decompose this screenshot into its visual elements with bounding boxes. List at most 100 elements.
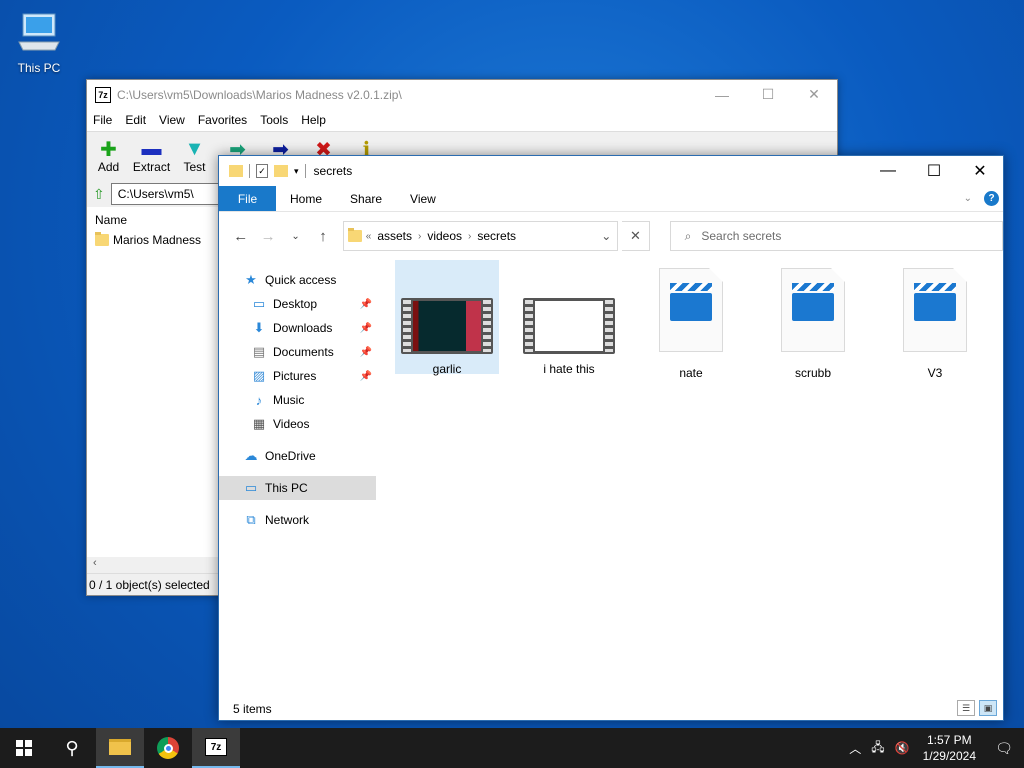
file-explorer-taskbar-button[interactable] xyxy=(96,728,144,768)
tab-view[interactable]: View xyxy=(396,186,450,211)
address-dropdown-icon[interactable]: ⌄ xyxy=(595,229,617,243)
details-view-icon[interactable]: ☰ xyxy=(957,700,975,716)
sidebar-item-label: Pictures xyxy=(273,369,317,383)
new-folder-icon[interactable] xyxy=(274,165,288,177)
search-input[interactable]: ⌕ Search secrets xyxy=(669,221,1003,251)
system-tray: ︿ 🖧 🔇 1:57 PM 1/29/2024 🗨 xyxy=(844,728,1024,768)
address-bar[interactable]: « assets › videos › secrets ⌄ xyxy=(342,221,619,251)
this-pc-desktop-icon[interactable]: This PC xyxy=(14,10,64,75)
video-file-icon xyxy=(903,268,967,352)
folder-icon xyxy=(229,165,243,177)
close-button[interactable]: ✕ xyxy=(791,80,837,109)
breadcrumb-assets[interactable]: assets xyxy=(377,229,412,243)
sidebar-item-quick-access[interactable]: ★ Quick access xyxy=(219,268,376,292)
expand-ribbon-icon[interactable]: ⌄ xyxy=(964,193,972,204)
menu-tools[interactable]: Tools xyxy=(260,113,288,127)
menu-help[interactable]: Help xyxy=(301,113,326,127)
sidebar-item-desktop[interactable]: ▭ Desktop 📌 xyxy=(219,292,376,316)
help-icon[interactable]: ? xyxy=(984,191,999,206)
extract-button[interactable]: ▬ Extract xyxy=(130,132,173,181)
volume-muted-icon[interactable]: 🔇 xyxy=(890,741,915,755)
sidebar-item-this-pc[interactable]: ▭ This PC xyxy=(219,476,376,500)
file-item-garlic[interactable]: garlic xyxy=(395,260,499,376)
recent-locations-button[interactable]: ⌄ xyxy=(284,231,307,242)
cloud-icon: ☁ xyxy=(244,448,258,463)
qat-dropdown-icon[interactable]: ▾ xyxy=(294,166,299,177)
file-label: V3 xyxy=(927,366,943,380)
plus-icon: ✚ xyxy=(100,138,117,161)
refresh-button[interactable]: ✕ xyxy=(622,221,650,251)
desktop-icon: ▭ xyxy=(252,296,266,311)
horizontal-scrollbar[interactable]: ‹ xyxy=(87,557,218,573)
sidebar-item-label: Documents xyxy=(273,345,334,359)
sidebar-item-label: OneDrive xyxy=(265,449,316,463)
network-icon[interactable]: 🖧 xyxy=(866,738,889,759)
close-button[interactable]: ✕ xyxy=(957,156,1003,186)
7zip-title: C:\Users\vm5\Downloads\Marios Madness v2… xyxy=(117,87,402,102)
explorer-title: secrets xyxy=(313,164,353,178)
back-button[interactable]: ← xyxy=(229,228,252,245)
search-icon: ⚲ xyxy=(65,737,79,758)
menu-file[interactable]: File xyxy=(93,113,112,127)
chevron-up-icon[interactable]: ︿ xyxy=(844,740,866,757)
overflow-chevron-icon[interactable]: « xyxy=(366,231,372,242)
minimize-button[interactable]: — xyxy=(699,80,745,109)
maximize-button[interactable]: ☐ xyxy=(911,156,957,186)
tab-home[interactable]: Home xyxy=(276,186,336,211)
breadcrumb-videos[interactable]: videos xyxy=(427,229,462,243)
view-switcher: ☰ ▣ xyxy=(957,700,997,716)
maximize-button[interactable]: ☐ xyxy=(745,80,791,109)
pin-icon: 📌 xyxy=(359,346,372,358)
check-icon: ▼ xyxy=(184,137,205,160)
quick-access-toolbar: ✓ ▾ xyxy=(229,164,306,178)
large-icons-view-icon[interactable]: ▣ xyxy=(979,700,997,716)
forward-button[interactable]: → xyxy=(256,228,279,245)
minus-icon: ▬ xyxy=(141,137,162,160)
properties-icon[interactable]: ✓ xyxy=(256,164,268,178)
chrome-taskbar-button[interactable] xyxy=(144,728,192,768)
file-item-v3[interactable]: V3 xyxy=(883,260,987,380)
test-button[interactable]: ▼ Test xyxy=(173,132,216,181)
video-file-icon xyxy=(781,268,845,352)
add-button[interactable]: ✚ Add xyxy=(87,132,130,181)
clock[interactable]: 1:57 PM 1/29/2024 xyxy=(915,732,984,764)
minimize-button[interactable]: — xyxy=(865,156,911,186)
sidebar-item-music[interactable]: ♪ Music xyxy=(219,388,376,412)
file-item-scrubb[interactable]: scrubb xyxy=(761,260,865,380)
chevron-right-icon[interactable]: › xyxy=(468,231,471,242)
sidebar-item-pictures[interactable]: ▨ Pictures 📌 xyxy=(219,364,376,388)
file-item-nate[interactable]: nate xyxy=(639,260,743,380)
search-icon: ⌕ xyxy=(684,228,692,243)
documents-icon: ▤ xyxy=(252,344,266,359)
tab-share[interactable]: Share xyxy=(336,186,396,211)
sidebar-item-label: Videos xyxy=(273,417,310,431)
sidebar-item-videos[interactable]: ▦ Videos xyxy=(219,412,376,436)
sidebar-item-downloads[interactable]: ⬇ Downloads 📌 xyxy=(219,316,376,340)
7zip-menu-bar: File Edit View Favorites Tools Help xyxy=(87,109,837,131)
start-button[interactable] xyxy=(0,728,48,768)
chevron-right-icon[interactable]: › xyxy=(418,231,421,242)
menu-edit[interactable]: Edit xyxy=(125,113,146,127)
file-item-i-hate-this[interactable]: i hate this xyxy=(517,260,621,376)
item-count: 5 items xyxy=(233,702,272,716)
menu-favorites[interactable]: Favorites xyxy=(198,113,247,127)
folder-icon xyxy=(347,228,362,242)
file-label: i hate this xyxy=(543,362,595,376)
pin-icon: 📌 xyxy=(359,370,372,382)
up-folder-icon[interactable]: ⇧ xyxy=(93,186,105,203)
music-icon: ♪ xyxy=(255,392,263,408)
sidebar-item-onedrive[interactable]: ☁ OneDrive xyxy=(219,444,376,468)
search-button[interactable]: ⚲ xyxy=(48,728,96,768)
tab-file[interactable]: File xyxy=(219,186,276,211)
folder-icon xyxy=(109,739,131,755)
menu-view[interactable]: View xyxy=(159,113,185,127)
up-button[interactable]: ↑ xyxy=(311,228,334,245)
7zip-taskbar-button[interactable]: 7z xyxy=(192,728,240,768)
sidebar-item-network[interactable]: ⧉ Network xyxy=(219,508,376,532)
pictures-icon: ▨ xyxy=(252,368,266,383)
breadcrumb-secrets[interactable]: secrets xyxy=(477,229,516,243)
notification-icon[interactable]: 🗨 xyxy=(984,740,1024,757)
sidebar-item-documents[interactable]: ▤ Documents 📌 xyxy=(219,340,376,364)
sidebar-item-label: Quick access xyxy=(265,273,337,287)
star-icon: ★ xyxy=(245,272,257,287)
